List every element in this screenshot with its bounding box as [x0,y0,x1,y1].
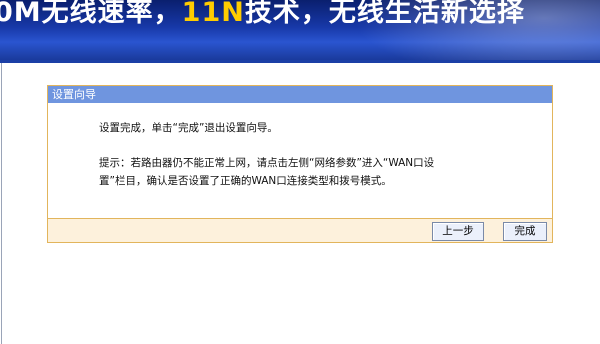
back-button[interactable]: 上一步 [432,222,484,241]
banner-slogan: 0M无线速率，11N技术，无线生活新选择 [0,0,525,29]
finish-button[interactable]: 完成 [503,222,547,241]
panel-body: 设置完成，单击“完成”退出设置向导。 提示：若路由器仍不能正常上网，请点击左侧“… [48,104,552,219]
frame-divider [1,63,2,344]
completion-message: 设置完成，单击“完成”退出设置向导。 [99,122,278,134]
setup-wizard-panel: 设置向导 设置完成，单击“完成”退出设置向导。 提示：若路由器仍不能正常上网，请… [47,85,553,243]
panel-title: 设置向导 [48,86,552,103]
banner-slogan-suffix: 技术，无线生活新选择 [244,0,525,28]
banner-slogan-highlight: 11N [181,0,245,28]
banner-divider [0,60,600,63]
panel-footer: 上一步 完成 [48,219,552,242]
hint-line-1: 提示：若路由器仍不能正常上网，请点击左侧“网络参数”进入“WAN口设 [99,157,435,169]
banner-slogan-prefix: 0M无线速率， [0,0,182,28]
header-banner: 0M无线速率，11N技术，无线生活新选择 [0,0,600,60]
hint-line-2: 置”栏目，确认是否设置了正确的WAN口连接类型和拨号模式。 [99,175,392,187]
hint-message: 提示：若路由器仍不能正常上网，请点击左侧“网络参数”进入“WAN口设 置”栏目，… [99,154,434,190]
